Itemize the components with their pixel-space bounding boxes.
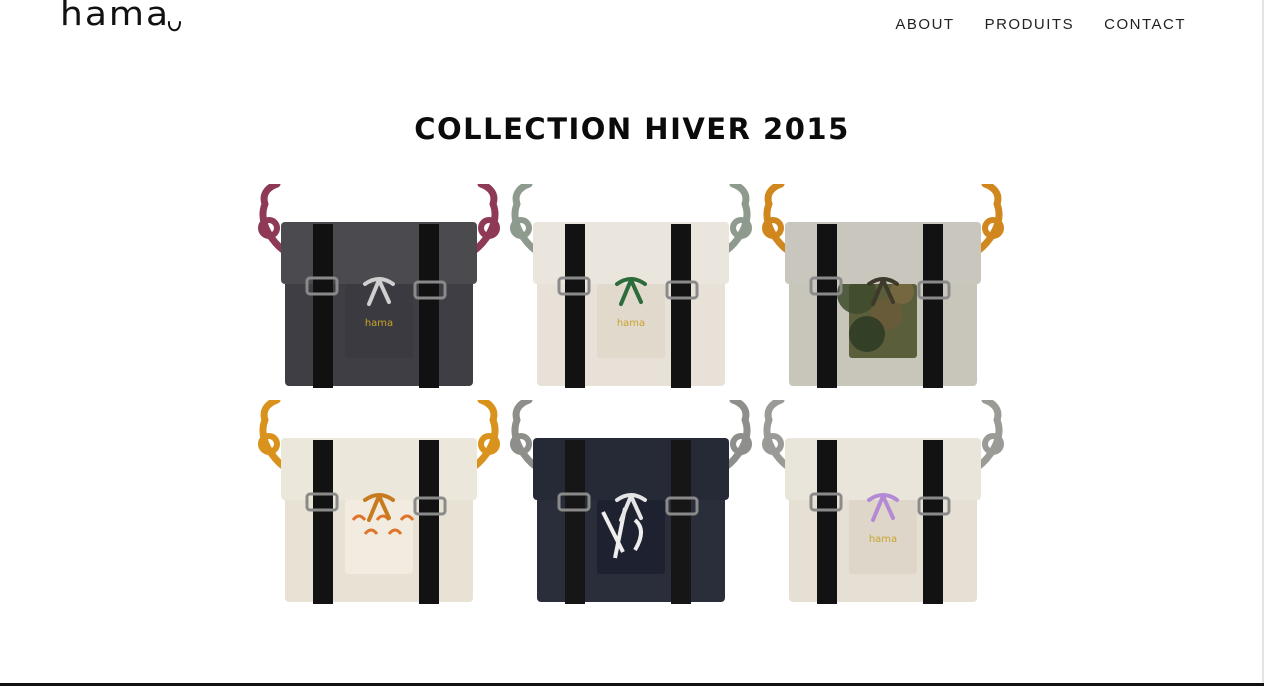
- product-gallery: hama hama hama: [253, 184, 1009, 616]
- product-tile[interactable]: [253, 400, 505, 616]
- bag-image: [253, 400, 505, 616]
- product-tile[interactable]: [505, 400, 757, 616]
- bag-image: hama: [253, 184, 505, 400]
- nav-contact[interactable]: CONTACT: [1104, 16, 1186, 33]
- bag-image: hama: [757, 400, 1009, 616]
- product-tile[interactable]: hama: [253, 184, 505, 400]
- bag-image: hama: [505, 184, 757, 400]
- product-tile[interactable]: hama: [757, 400, 1009, 616]
- logo-smile-mark: [167, 21, 181, 32]
- nav-about[interactable]: ABOUT: [895, 16, 954, 33]
- page-title: COLLECTION HIVER 2015: [414, 112, 850, 146]
- main-nav: ABOUT PRODUITS CONTACT: [895, 16, 1186, 33]
- pocket-label: hama: [617, 318, 645, 329]
- site-header: hama ABOUT PRODUITS CONTACT: [0, 0, 1264, 60]
- bag-pocket: [345, 500, 413, 574]
- bag-image: [505, 400, 757, 616]
- site-logo[interactable]: hama: [60, 0, 170, 33]
- pocket-label: hama: [869, 534, 897, 545]
- pocket-label: hama: [365, 318, 393, 329]
- product-tile[interactable]: hama: [505, 184, 757, 400]
- bag-pocket: [597, 500, 665, 574]
- bag-image: [757, 184, 1009, 400]
- nav-produits[interactable]: PRODUITS: [985, 16, 1075, 33]
- product-tile[interactable]: [757, 184, 1009, 400]
